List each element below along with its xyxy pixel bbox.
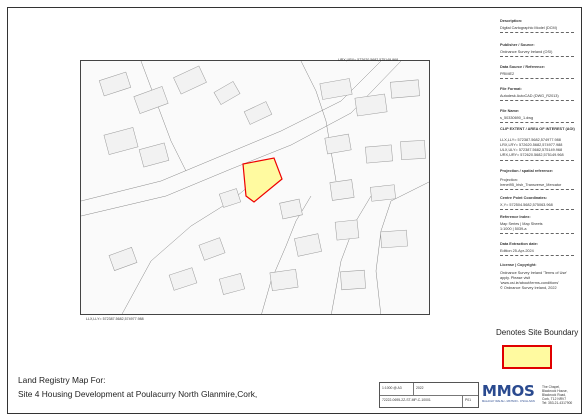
info-date: 2022 — [416, 386, 424, 390]
clip-line-ul: ULX,ULY= 572387.5682,575149.968 — [500, 148, 563, 152]
ll-coordinate-label: LLX,LLY= 572387.5682,574977.988 — [86, 317, 144, 321]
legend-site-boundary-swatch — [502, 345, 552, 369]
reference-value: Map Series | Map Sheets — [500, 222, 543, 226]
info-scale: 1:1000 @ A3 — [382, 386, 402, 390]
reference-heading: Reference Index: — [500, 215, 531, 219]
description-heading: Description: — [500, 19, 523, 23]
extraction-value: Edition 25-Apr-2024 — [500, 249, 534, 253]
ur-coordinate-label: URX,URY= 572620.5682,575149.968 — [338, 58, 399, 62]
company-address: The Chapel, Blackrock House, Blackrock R… — [542, 385, 572, 405]
license-line-3: 'www.osi.ie/about/terms-conditions' — [500, 281, 559, 285]
clip-line-lr: LRX,LRY= 572620.5682,574977.988 — [500, 143, 563, 147]
metadata-sidebar: Description: Digital Cartographic Model … — [500, 16, 578, 316]
drawing-info-table: 1:1000 @ A3 2022 72222-0695-2Z-ST-MP-C-1… — [379, 382, 479, 408]
license-heading: License | Copyright: — [500, 263, 537, 267]
info-revision: P01 — [465, 398, 472, 402]
projection-value: Irenet95_Irish_Transverse_Mercator — [500, 183, 562, 187]
company-logo: MMOS — [482, 382, 535, 400]
centre-heading: Centre Point Coordinates: — [500, 196, 548, 200]
title-line-1: Land Registry Map For: — [18, 375, 106, 385]
clip-line-ur: URX,URY= 572620.5682,575149.968 — [500, 153, 564, 157]
filename-value: s_50330690_1.dwg — [500, 116, 534, 120]
license-line-2: apply. Please visit — [500, 276, 531, 280]
publisher-heading: Publisher / Source: — [500, 43, 535, 47]
license-line-4: © Ordnance Survey Ireland, 2022 — [500, 286, 557, 290]
projection-label: Projection: — [500, 178, 518, 182]
projection-heading: Projection / spatial reference: — [500, 169, 554, 173]
reference-sheet: 1:1000 | 5039-a — [500, 227, 527, 231]
clip-line-ll: LLX,LLY= 572387.5682,574977.988 — [500, 138, 561, 142]
centre-value: X,Y= 572504.5682,575063.968 — [500, 203, 553, 207]
info-drawing-number: 72222-0695-2Z-ST-MP-C-10001 — [382, 398, 431, 402]
title-line-2: Site 4 Housing Development at Poulacurry… — [18, 389, 258, 399]
fileformat-value: Autodesk AutoCAD (DWG_R2013) — [500, 94, 559, 98]
title-block: Land Registry Map For: Site 4 Housing De… — [18, 375, 257, 399]
address-line-5: Tel: 353-21-4317900 — [542, 401, 573, 405]
fileformat-heading: File Format: — [500, 87, 522, 91]
site-map — [81, 61, 429, 314]
clip-extent-heading: CLIP EXTENT / AREA OF INTEREST (AOI) — [500, 127, 575, 131]
datasource-heading: Data Source / Reference: — [500, 65, 545, 69]
map-viewport — [80, 60, 430, 315]
filename-heading: File Name: — [500, 109, 520, 113]
publisher-value: Ordnance Survey Ireland (OSI) — [500, 50, 553, 54]
company-subtitle: MALACHY WALSH - MATSON - O'SULLIVAN — [482, 400, 535, 403]
legend-title: Denotes Site Boundary — [496, 328, 579, 337]
description-value: Digital Cartographic Model (DCM) — [500, 26, 557, 30]
extraction-heading: Data Extraction date: — [500, 242, 538, 246]
datasource-value: PRIME2 — [500, 72, 515, 76]
license-line-1: Ordnance Survey Ireland 'Terms of Use' — [500, 271, 568, 275]
